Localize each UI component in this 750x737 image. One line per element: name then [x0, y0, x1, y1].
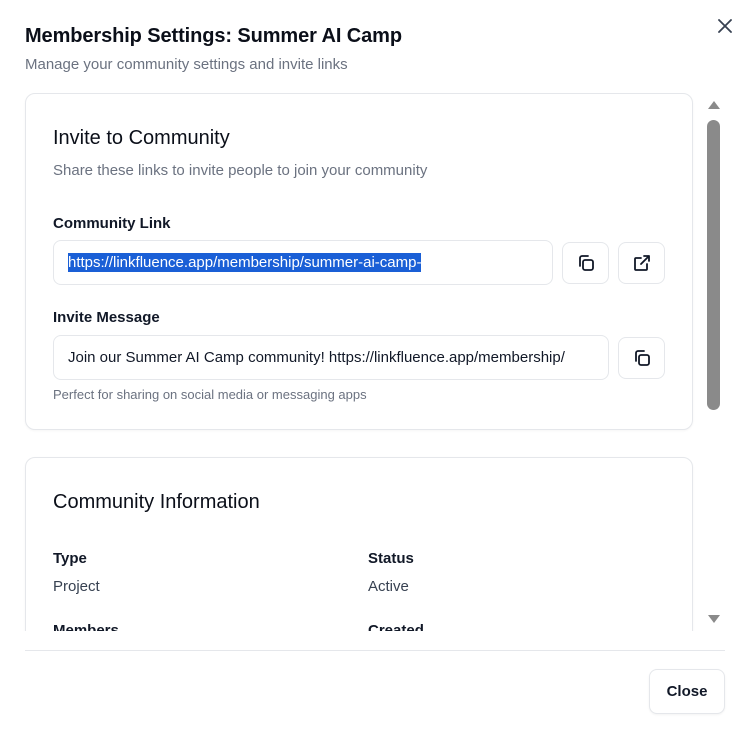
copy-icon: [634, 350, 650, 366]
external-link-icon: [633, 255, 650, 271]
dialog-scroll-area: Invite to Community Share these links to…: [0, 93, 750, 631]
invite-message-hint: Perfect for sharing on social media or m…: [53, 387, 367, 402]
invite-card-title: Invite to Community: [53, 127, 230, 149]
invite-message-value: Join our Summer AI Camp community! https…: [68, 349, 565, 366]
invite-card: Invite to Community Share these links to…: [25, 93, 693, 430]
scroll-thumb[interactable]: [707, 120, 720, 410]
status-label: Status: [368, 550, 414, 567]
scroll-up-arrow-icon[interactable]: [706, 99, 721, 111]
dialog-title: Membership Settings: Summer AI Camp: [25, 25, 402, 47]
close-button[interactable]: Close: [649, 669, 725, 714]
community-info-card: Community Information Type Project Statu…: [25, 457, 693, 631]
dialog-close-icon-button[interactable]: [714, 15, 736, 37]
community-link-label: Community Link: [53, 215, 171, 232]
type-value: Project: [53, 578, 100, 595]
copy-message-button[interactable]: [618, 337, 665, 379]
members-label: Members: [53, 622, 119, 631]
type-label: Type: [53, 550, 87, 567]
open-link-button[interactable]: [618, 242, 665, 284]
invite-message-label: Invite Message: [53, 309, 160, 326]
scroll-down-arrow-icon[interactable]: [706, 613, 721, 625]
created-label: Created: [368, 622, 424, 631]
community-link-field[interactable]: https://linkfluence.app/membership/summe…: [53, 240, 553, 285]
status-value: Active: [368, 578, 409, 595]
close-icon: [718, 19, 732, 33]
membership-settings-dialog: Membership Settings: Summer AI Camp Mana…: [0, 0, 750, 737]
dialog-subtitle: Manage your community settings and invit…: [25, 56, 348, 73]
invite-message-field[interactable]: Join our Summer AI Camp community! https…: [53, 335, 609, 380]
community-info-title: Community Information: [53, 491, 260, 513]
invite-card-description: Share these links to invite people to jo…: [53, 162, 428, 179]
footer-divider: [25, 650, 725, 651]
community-link-value: https://linkfluence.app/membership/summe…: [68, 253, 422, 272]
vertical-scrollbar[interactable]: [703, 93, 724, 631]
copy-icon: [578, 255, 594, 271]
copy-link-button[interactable]: [562, 242, 609, 284]
